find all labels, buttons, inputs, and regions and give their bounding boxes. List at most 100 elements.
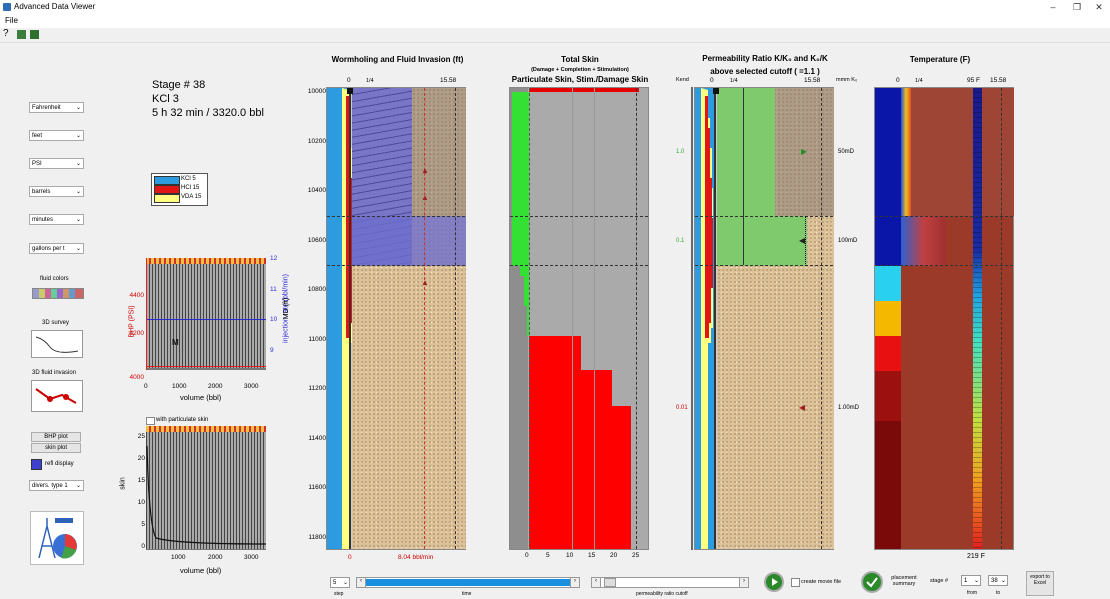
step-select[interactable]: 5 ⌄ (330, 577, 350, 588)
stage-to-select[interactable]: 38 ⌄ (988, 575, 1008, 586)
minimize-icon[interactable]: – (1044, 1, 1062, 13)
fluid-colors-button[interactable] (32, 288, 84, 299)
temp-top-right: 15.58 (990, 77, 1007, 84)
play-button[interactable] (764, 572, 784, 592)
skin-ytick-2: 20 (137, 455, 145, 462)
pressure-unit-select[interactable]: PSI ⌄ (29, 158, 84, 169)
length-unit-select[interactable]: feet ⌄ (29, 130, 84, 141)
menu-file[interactable]: File (5, 16, 18, 25)
md-tick-9: 11600 (308, 484, 326, 491)
fluid-invasion-label: 3D fluid invasion (32, 370, 77, 376)
skin-panel-title2: Particulate Skin, Stim./Damage Skin (511, 75, 649, 84)
md-tick-5: 10800 (307, 286, 326, 293)
concentration-unit-select[interactable]: gallons per t ⌄ (29, 243, 84, 254)
perm-right-line (821, 88, 822, 549)
perm-arrow-3: ◀ (799, 403, 806, 412)
perm-slider-thumb[interactable] (603, 578, 616, 587)
time-slider[interactable]: ‹ › (356, 577, 580, 588)
rate-ytick-1: 12 (270, 255, 278, 262)
bhp-axis-line (146, 258, 147, 370)
legend-swatch-vda (154, 194, 180, 203)
placement-summary-button[interactable] (861, 571, 883, 593)
survey-button[interactable] (31, 330, 83, 358)
temperature-unit-select[interactable]: Fahrenheit ⌄ (29, 102, 84, 113)
skin-xtick-1: 1000 (171, 554, 186, 561)
bhp-xtick-2: 1000 (172, 383, 187, 390)
temp-panel-title: Temperature (F) (909, 55, 971, 64)
temp-invasion-zone (901, 216, 946, 266)
stage-number: Stage # 38 (152, 79, 206, 91)
bhp-marker: M (172, 338, 179, 347)
perm-top-left: 0 (710, 77, 714, 84)
fluid-invasion-thumbnail-icon (35, 388, 77, 404)
help-icon[interactable]: ? (3, 29, 12, 39)
perm-arrow-2: ◀ (799, 236, 806, 245)
bhp-xlabel: volume (bbl) (180, 393, 222, 402)
time-slider-left-arrow[interactable]: ‹ (357, 578, 366, 587)
wormhole-top-mid: 1/4 (366, 78, 374, 84)
bhp-plot-button[interactable]: BHP plot (31, 432, 81, 442)
well-logo-icon (38, 518, 77, 559)
toolbar (0, 28, 1110, 43)
wormhole-panel-title: Wormholing and Fluid Invasion (ft) (331, 55, 464, 64)
perm-slider-left-arrow[interactable]: ‹ (592, 578, 601, 587)
time-unit-select[interactable]: minutes ⌄ (29, 214, 84, 225)
wellbore-line (349, 88, 351, 549)
diverter-type-select[interactable]: divers. type 1 ⌄ (29, 480, 84, 491)
perm-left-value-3: 0.01 (676, 405, 688, 411)
close-icon[interactable]: ✕ (1090, 1, 1108, 13)
perm-right-value-3: 1.00mD (838, 405, 860, 411)
open-file-icon[interactable] (17, 30, 26, 39)
skin-axis-5: 5 (546, 552, 550, 559)
temp-right-line (1001, 88, 1002, 549)
zone-divider-2 (327, 265, 465, 266)
stage-range-label: stage # (930, 578, 949, 584)
perm-cutoff-slider[interactable]: ‹ › (591, 577, 749, 588)
particulate-skin-checkbox[interactable] (146, 417, 155, 425)
fluid-invasion-button[interactable] (31, 380, 83, 412)
skin-ytick-5: 5 (141, 521, 145, 528)
temp-wellbore-cold (875, 88, 901, 266)
md-tick-8: 11400 (308, 435, 326, 442)
particulate-skin-mid (512, 216, 529, 266)
rate-ytick-2: 11 (270, 286, 277, 293)
skin-chart (146, 426, 266, 550)
temp-top-left: 0 (896, 77, 900, 84)
perm-slider-right-arrow[interactable]: › (739, 578, 748, 587)
temp-zone-divider-1 (875, 216, 1013, 217)
skin-xlabel: volume (bbl) (180, 566, 222, 575)
create-movie-checkbox[interactable] (791, 578, 800, 587)
stage-from-select[interactable]: 1 ⌄ (961, 575, 981, 586)
bhp-chart: M (146, 258, 266, 370)
placement-summary-label: placement summary (891, 575, 917, 587)
temp-formation-upper (911, 88, 1014, 216)
perm-top-mid: 1/4 (730, 78, 738, 84)
save-file-icon[interactable] (30, 30, 39, 39)
temp-top-mid: 1/4 (915, 78, 923, 84)
temp-zone-divider-2 (875, 265, 1013, 266)
perm-left-axis (691, 87, 693, 550)
survey-thumbnail-icon (35, 336, 79, 353)
maximize-icon[interactable]: ❐ (1068, 1, 1086, 13)
refl-display-checkbox[interactable] (31, 459, 42, 470)
skin-grid-15 (594, 88, 595, 549)
perm-wellbore-line (714, 88, 716, 549)
time-slider-right-arrow[interactable]: › (570, 578, 579, 587)
bhp-line (146, 366, 266, 367)
md-tick-10: 11800 (308, 534, 326, 541)
temp-top-temp: 95 F (967, 77, 981, 84)
legend-swatch-kcl (154, 176, 180, 185)
perm-left-value-1: 1.0 (676, 149, 685, 155)
wormhole-cutoff-line (424, 88, 425, 549)
export-excel-button[interactable]: export to Excel (1026, 571, 1054, 596)
skin-curve (146, 445, 266, 545)
rate-ytick-4: 9 (270, 347, 274, 354)
skin-axis-10: 10 (566, 552, 574, 559)
volume-unit-select[interactable]: barrels ⌄ (29, 186, 84, 197)
bhp-chart-hatch (146, 263, 266, 368)
zone-divider-1 (327, 216, 465, 217)
wormhole-bottom-zero: 0 (348, 554, 352, 561)
rate-ytick-3: 10 (270, 316, 278, 323)
perm-k-label: Kend (676, 77, 689, 83)
skin-plot-button[interactable]: skin plot (31, 443, 81, 453)
